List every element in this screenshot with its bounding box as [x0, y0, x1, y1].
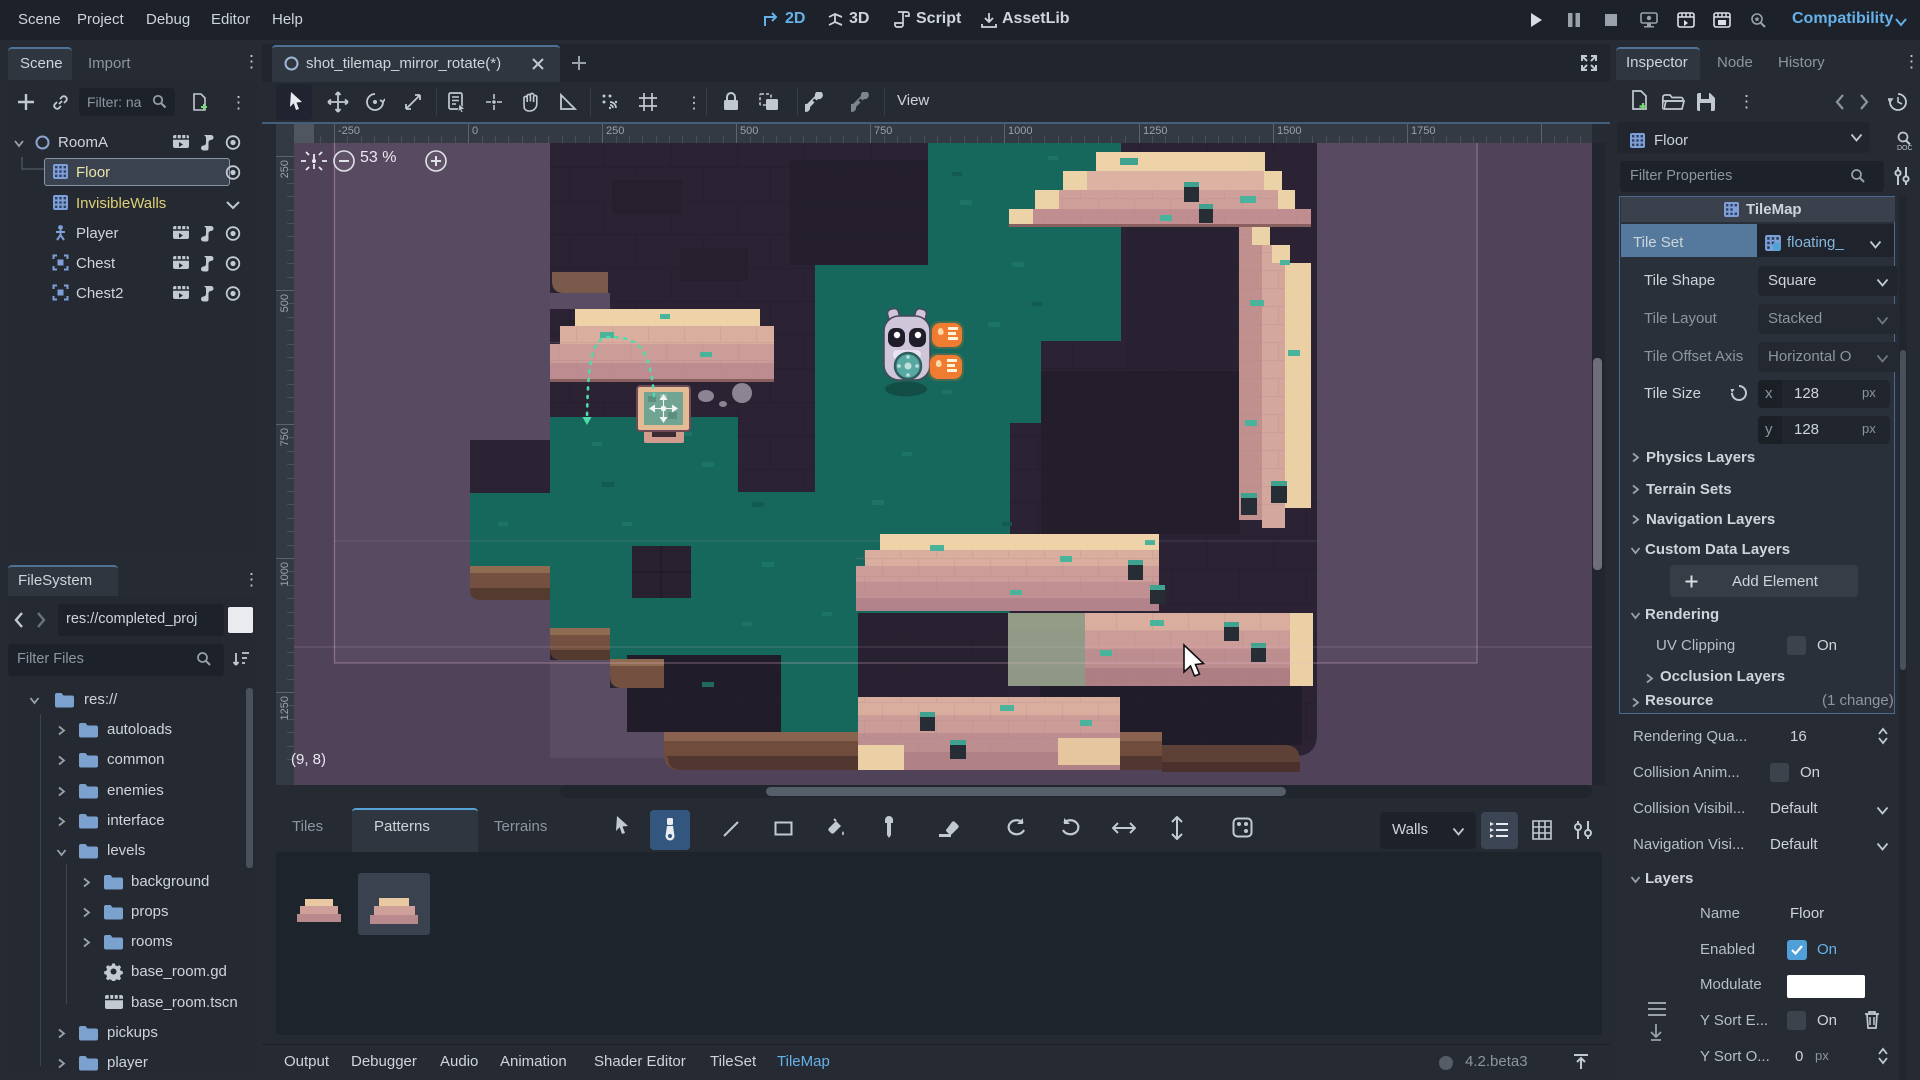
svg-text:1250: 1250 — [279, 696, 291, 720]
svg-text:DOC: DOC — [1897, 145, 1912, 151]
svg-text:0: 0 — [472, 125, 478, 137]
svg-text:-250: -250 — [338, 125, 360, 137]
svg-text:1750: 1750 — [1411, 125, 1435, 137]
svg-text:1000: 1000 — [1008, 125, 1032, 137]
svg-text:1000: 1000 — [279, 562, 291, 586]
svg-text:1250: 1250 — [1143, 125, 1167, 137]
svg-text:1500: 1500 — [1277, 125, 1301, 137]
svg-text:500: 500 — [279, 294, 291, 312]
svg-text:250: 250 — [279, 160, 291, 178]
svg-text:750: 750 — [874, 125, 892, 137]
svg-text:250: 250 — [606, 125, 624, 137]
svg-text:500: 500 — [740, 125, 758, 137]
svg-text:750: 750 — [279, 428, 291, 446]
